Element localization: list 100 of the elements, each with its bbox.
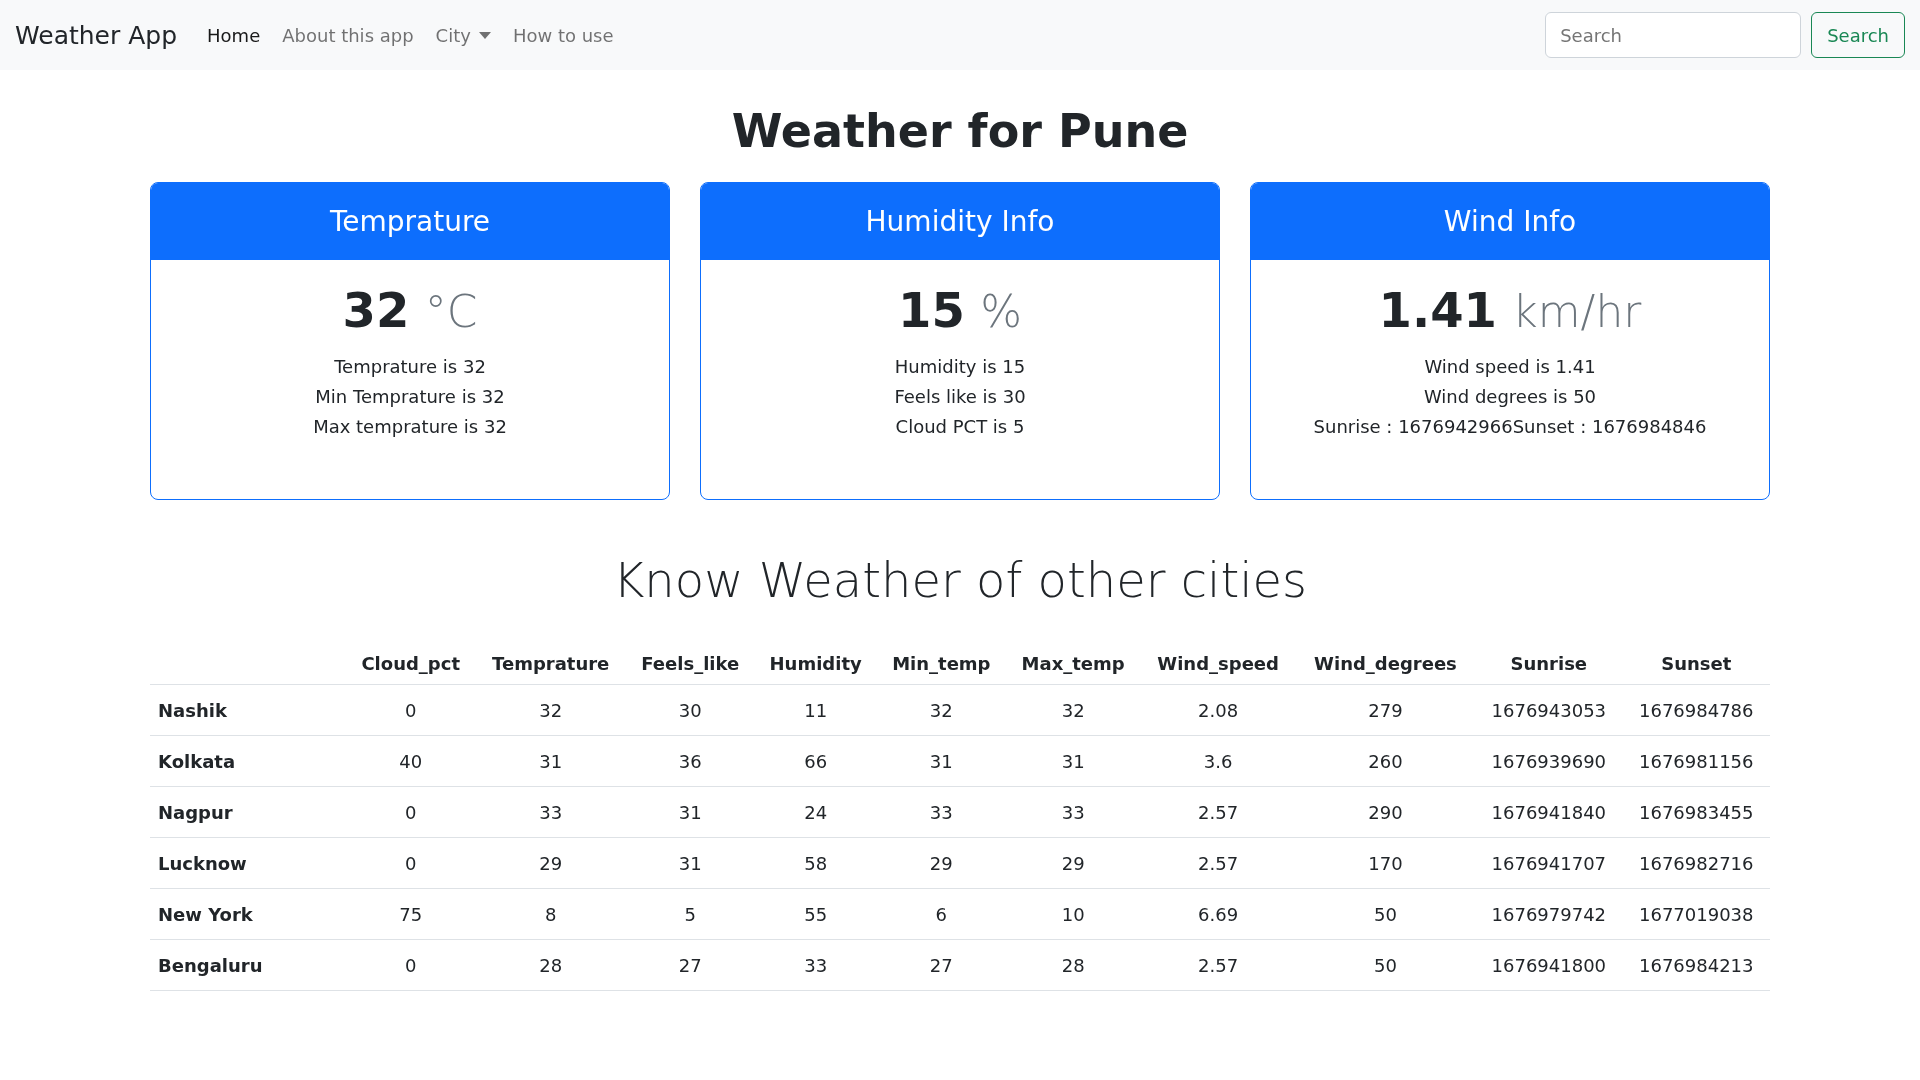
column-header: Max_temp: [1005, 642, 1141, 685]
table-cell: 31: [625, 786, 755, 838]
card-text: Wind speed is 1.41: [1423, 355, 1597, 379]
card-text: Wind degrees is 50: [1422, 385, 1598, 409]
table-cell: 2.08: [1140, 684, 1296, 736]
column-header: Feels_like: [625, 642, 755, 685]
card-text: Humidity is 15: [893, 355, 1027, 379]
column-header: Cloud_pct: [346, 642, 476, 685]
table-cell: 8: [475, 888, 626, 940]
page-title: Weather for Pune: [730, 104, 1190, 158]
table-cell: 33: [876, 786, 1006, 838]
table-cell: 1676984786: [1622, 684, 1770, 736]
table-cell: 3.6: [1140, 735, 1296, 787]
card-value: 15 %: [898, 282, 1022, 338]
table-cell: 75: [346, 888, 476, 940]
table-cell: 170: [1295, 837, 1476, 889]
table-cell: 29: [1005, 837, 1141, 889]
nav-link[interactable]: Home: [207, 24, 261, 46]
table-cell: 50: [1295, 888, 1476, 940]
table-cell: 31: [1005, 735, 1141, 787]
table-cell: 28: [475, 939, 626, 991]
card-text: Feels like is 30: [893, 385, 1027, 409]
table-cell: 27: [625, 939, 755, 991]
table-cell: 30: [625, 684, 755, 736]
table-cell: 1676983455: [1622, 786, 1770, 838]
table-cell: 279: [1295, 684, 1476, 736]
table-cell: 1677019038: [1622, 888, 1770, 940]
table-cell: 58: [754, 837, 877, 889]
column-header: Temprature: [475, 642, 626, 685]
nav-dropdown[interactable]: City: [435, 24, 491, 46]
card-text: Cloud PCT is 5: [894, 415, 1026, 439]
table-cell: 33: [1005, 786, 1141, 838]
city-cell: New York: [150, 888, 346, 940]
card-value: 32 °C: [342, 282, 478, 338]
table-cell: 5: [625, 888, 755, 940]
table-cell: 24: [754, 786, 877, 838]
table-cell: 31: [625, 837, 755, 889]
table-cell: 2.57: [1140, 786, 1296, 838]
table-cell: 1676941800: [1475, 939, 1623, 991]
city-cell: Nashik: [150, 684, 346, 736]
table-cell: 10: [1005, 888, 1141, 940]
table-cell: 36: [625, 735, 755, 787]
table-cell: 1676943053: [1475, 684, 1623, 736]
table-cell: 1676982716: [1622, 837, 1770, 889]
column-header: Sunset: [1622, 642, 1770, 685]
brand-link[interactable]: Weather App: [15, 20, 178, 50]
caret-icon: [478, 31, 491, 39]
table-cell: 260: [1295, 735, 1476, 787]
table-cell: 55: [754, 888, 877, 940]
city-cell: Nagpur: [150, 786, 346, 838]
city-cell: Bengaluru: [150, 939, 346, 991]
table-cell: 1676981156: [1622, 735, 1770, 787]
table-cell: 29: [475, 837, 626, 889]
card-header: Temprature: [151, 183, 669, 260]
table-cell: 27: [876, 939, 1006, 991]
column-header: Wind_degrees: [1295, 642, 1476, 685]
card-text: Temprature is 32: [333, 355, 487, 379]
table-cell: 0: [346, 837, 476, 889]
table-cell: 1676941840: [1475, 786, 1623, 838]
column-header: Wind_speed: [1140, 642, 1296, 685]
table-cell: 1676941707: [1475, 837, 1623, 889]
table-cell: 40: [346, 735, 476, 787]
table-cell: 28: [1005, 939, 1141, 991]
city-cell: Kolkata: [150, 735, 346, 787]
table-cell: 2.57: [1140, 837, 1296, 889]
table-cell: 29: [876, 837, 1006, 889]
card-text: Sunrise : 1676942966Sunset : 1676984846: [1312, 415, 1708, 439]
table-cell: 50: [1295, 939, 1476, 991]
search-field[interactable]: Search: [1545, 12, 1802, 58]
table-cell: 6.69: [1140, 888, 1296, 940]
card-text: Min Temprature is 32: [314, 385, 506, 409]
nav-link[interactable]: About this app: [282, 24, 414, 46]
column-header: Sunrise: [1475, 642, 1623, 685]
section-title: Know Weather of other cities: [611, 552, 1309, 608]
table-cell: 1676979742: [1475, 888, 1623, 940]
column-header: Humidity: [754, 642, 877, 685]
column-header: Min_temp: [876, 642, 1006, 685]
city-cell: Lucknow: [150, 837, 346, 889]
table-cell: 1676984213: [1622, 939, 1770, 991]
table-cell: 11: [754, 684, 877, 736]
card-header: Wind Info: [1251, 183, 1769, 260]
search-button[interactable]: Search: [1811, 12, 1905, 58]
card-text: Max temprature is 32: [312, 415, 508, 439]
table-cell: 0: [346, 939, 476, 991]
table-cell: 2.57: [1140, 939, 1296, 991]
table-cell: 0: [346, 684, 476, 736]
table-cell: 0: [346, 786, 476, 838]
table-cell: 32: [475, 684, 626, 736]
table-cell: 33: [754, 939, 877, 991]
table-cell: 33: [475, 786, 626, 838]
nav-link[interactable]: How to use: [512, 24, 614, 46]
table-cell: 31: [475, 735, 626, 787]
table-cell: 6: [876, 888, 1006, 940]
table-cell: 66: [754, 735, 877, 787]
table-cell: 32: [876, 684, 1006, 736]
table-cell: 1676939690: [1475, 735, 1623, 787]
table-cell: 32: [1005, 684, 1141, 736]
table-cell: 31: [876, 735, 1006, 787]
table-cell: 290: [1295, 786, 1476, 838]
card-value: 1.41 km/hr: [1378, 282, 1642, 338]
